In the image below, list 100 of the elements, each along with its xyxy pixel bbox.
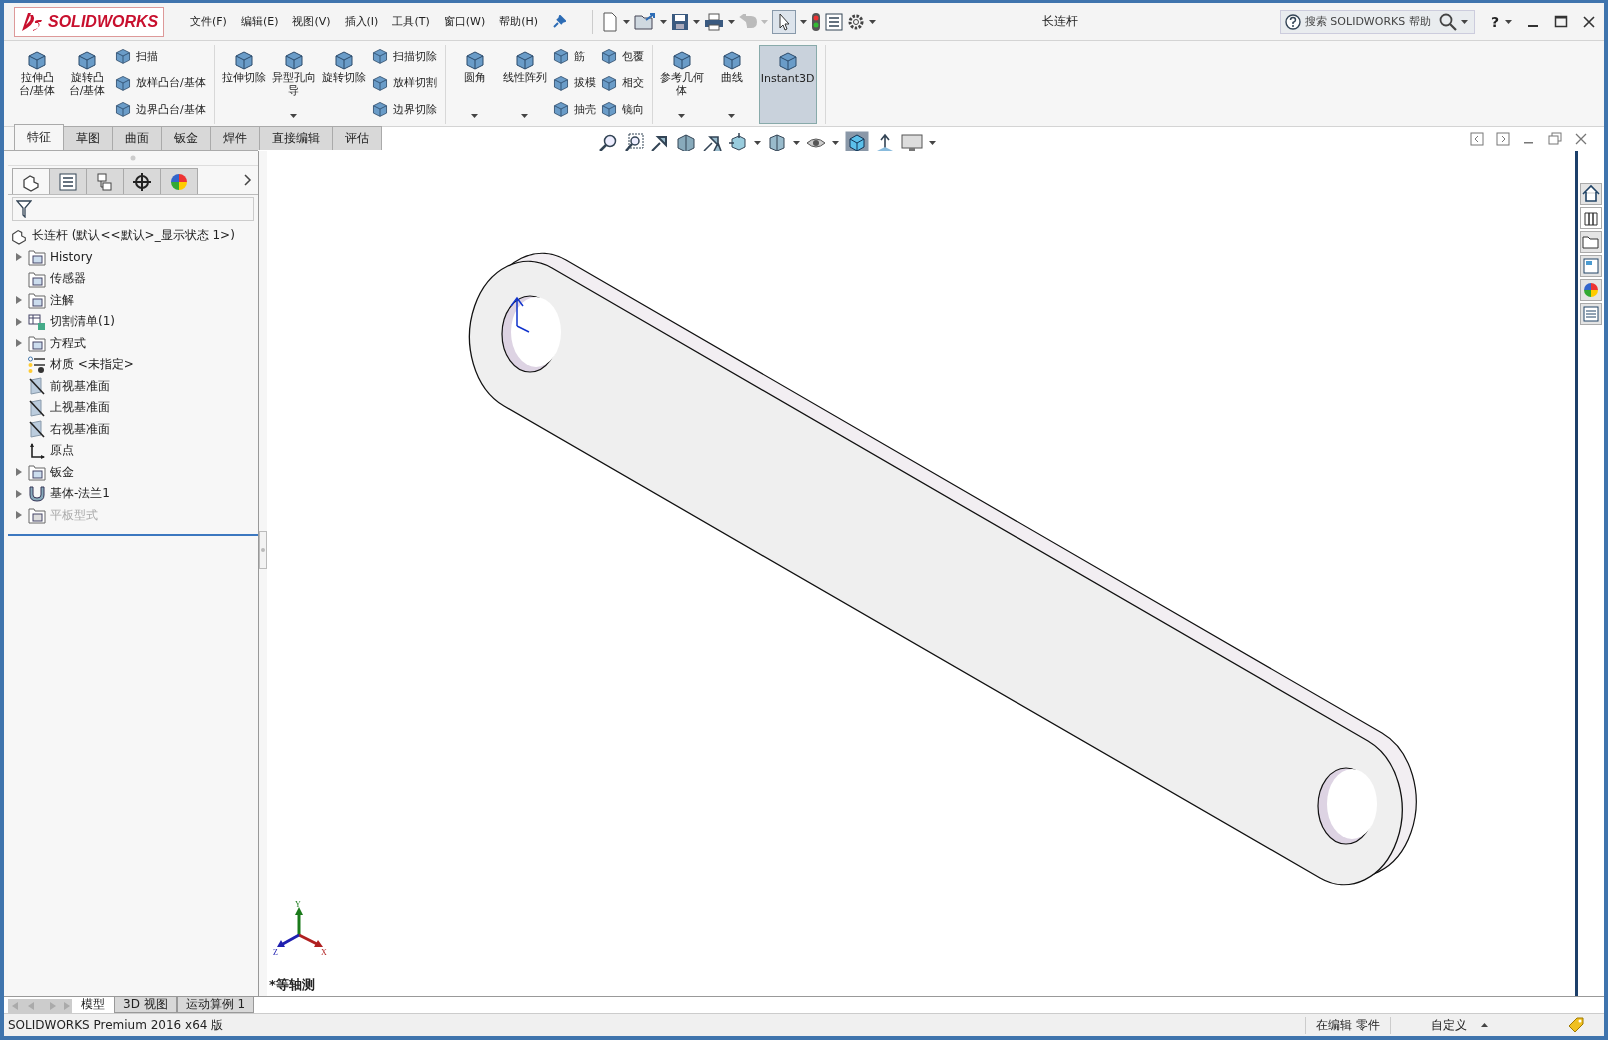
- menu-item[interactable]: 帮助(H): [499, 14, 539, 29]
- settings-icon[interactable]: [847, 12, 866, 31]
- filter-field[interactable]: [12, 197, 254, 221]
- search-bar[interactable]: 搜索 SOLIDWORKS 帮助: [1279, 9, 1475, 34]
- tree-item[interactable]: 上视基准面: [50, 399, 110, 417]
- caret-icon[interactable]: [521, 114, 529, 118]
- ribbon-button[interactable]: 放样切割: [370, 73, 437, 92]
- ribbon-button[interactable]: 异型孔向导: [270, 45, 317, 124]
- expand-arrow-icon[interactable]: [16, 339, 22, 348]
- save-icon[interactable]: [671, 12, 690, 31]
- menu-item[interactable]: 窗口(W): [443, 14, 486, 29]
- units-menu[interactable]: 自定义: [1431, 1016, 1467, 1034]
- ribbon-button[interactable]: 曲线: [708, 45, 755, 124]
- ribbon-button[interactable]: 边界切除: [370, 100, 437, 118]
- caret-icon[interactable]: [693, 19, 701, 24]
- ribbon-button[interactable]: 拉伸切除: [220, 45, 267, 124]
- tree-item[interactable]: 右视基准面: [50, 420, 110, 438]
- expand-arrow-icon[interactable]: [16, 489, 22, 498]
- panel-right-icon[interactable]: [1496, 132, 1510, 146]
- tree-item[interactable]: 长连杆 (默认<<默认>_显示状态 1>): [32, 227, 235, 245]
- ribbon-button[interactable]: 筋: [551, 47, 596, 65]
- open-folder-icon[interactable]: [634, 11, 657, 32]
- tree-item[interactable]: 材质 <未指定>: [50, 356, 134, 374]
- tree-item[interactable]: 传感器: [50, 270, 86, 288]
- tree-item[interactable]: 钣金: [50, 463, 74, 481]
- folder-icon[interactable]: [1580, 231, 1602, 253]
- ribbon-button[interactable]: 参考几何体: [658, 45, 705, 124]
- section-view-icon[interactable]: [676, 133, 696, 153]
- command-tab[interactable]: 直接编辑: [259, 126, 333, 150]
- search-field[interactable]: 搜索 SOLIDWORKS 帮助: [1304, 15, 1435, 28]
- solidworks-logo[interactable]: SOLIDWORKS: [14, 6, 164, 37]
- home-icon[interactable]: [1580, 183, 1602, 205]
- select-pointer-icon[interactable]: [772, 9, 797, 34]
- ribbon-button[interactable]: 扫描切除: [370, 47, 437, 65]
- tree-item[interactable]: 注解: [50, 291, 74, 309]
- expand-arrow-icon[interactable]: [16, 317, 22, 326]
- caret-icon[interactable]: [832, 141, 839, 145]
- tag-icon[interactable]: [1568, 1017, 1584, 1033]
- command-tab[interactable]: 评估: [332, 126, 382, 150]
- caret-up-icon[interactable]: [1481, 1023, 1488, 1027]
- panel-tab[interactable]: [123, 168, 161, 194]
- ribbon-button[interactable]: 拔模: [551, 73, 596, 92]
- menu-item[interactable]: 文件(F): [190, 14, 227, 29]
- axis-arrow-icon[interactable]: [875, 133, 895, 153]
- command-tab[interactable]: 特征: [14, 124, 64, 150]
- menu-item[interactable]: 工具(T): [392, 14, 430, 29]
- pin-icon[interactable]: [552, 14, 567, 29]
- caret-icon[interactable]: [754, 141, 761, 145]
- books-icon[interactable]: [1580, 207, 1602, 229]
- caret-icon[interactable]: [1460, 19, 1468, 24]
- tree-item[interactable]: 切割清单(1): [50, 313, 115, 331]
- previous-view-icon[interactable]: [650, 133, 670, 153]
- panel-left-icon[interactable]: [1470, 132, 1484, 146]
- ribbon-button[interactable]: 线性阵列: [501, 45, 548, 124]
- zoom-area-icon[interactable]: [624, 133, 644, 153]
- ribbon-button[interactable]: 拉伸凸台/基体: [14, 45, 60, 124]
- print-icon[interactable]: [704, 12, 725, 31]
- ribbon-button[interactable]: 扫描: [114, 47, 206, 65]
- tree-item[interactable]: 前视基准面: [50, 377, 110, 395]
- grip-dot-icon[interactable]: [130, 155, 136, 161]
- ribbon-button[interactable]: 圆角: [451, 45, 498, 124]
- list-icon[interactable]: [1580, 303, 1602, 325]
- ribbon-button[interactable]: 放样凸台/基体: [114, 73, 206, 92]
- search-icon[interactable]: [1438, 12, 1457, 31]
- caret-icon[interactable]: [623, 19, 631, 24]
- layout-icon[interactable]: [1580, 255, 1602, 277]
- model-tab[interactable]: 3D 视图: [114, 997, 177, 1013]
- menu-item[interactable]: 视图(V): [292, 14, 331, 29]
- expand-arrow-icon[interactable]: [16, 253, 22, 262]
- ribbon-button[interactable]: 相交: [599, 73, 644, 92]
- caret-icon[interactable]: [471, 114, 479, 118]
- command-tab[interactable]: 钣金: [161, 126, 211, 150]
- help-button[interactable]: ?: [1490, 13, 1499, 30]
- command-tab[interactable]: 草图: [63, 126, 113, 150]
- close-icon[interactable]: [1582, 14, 1596, 29]
- command-tab[interactable]: 焊件: [210, 126, 260, 150]
- maximize-icon[interactable]: [1554, 14, 1568, 29]
- command-tab[interactable]: 曲面: [112, 126, 162, 150]
- panel-tab[interactable]: [12, 168, 50, 194]
- menu-item[interactable]: 编辑(E): [240, 14, 279, 29]
- list-icon[interactable]: [825, 12, 844, 31]
- caret-icon[interactable]: [1505, 19, 1512, 24]
- ribbon-button[interactable]: 包覆: [599, 47, 644, 65]
- splitter-handle[interactable]: [259, 531, 267, 569]
- caret-icon[interactable]: [793, 141, 800, 145]
- expand-arrow-icon[interactable]: [16, 296, 22, 305]
- chevron-right-icon[interactable]: [244, 174, 252, 186]
- expand-arrow-icon[interactable]: [16, 468, 22, 477]
- monitor-icon[interactable]: [901, 133, 923, 153]
- restore-icon[interactable]: [1548, 132, 1562, 146]
- tree-item[interactable]: 方程式: [50, 334, 86, 352]
- ribbon-button[interactable]: 抽壳: [551, 100, 596, 118]
- caret-icon[interactable]: [929, 141, 936, 145]
- caret-icon[interactable]: [678, 114, 686, 118]
- caret-icon[interactable]: [728, 19, 736, 24]
- view-orientation-icon[interactable]: [728, 133, 748, 153]
- ribbon-button[interactable]: 边界凸台/基体: [114, 100, 206, 118]
- tree-item[interactable]: 基体-法兰1: [50, 485, 110, 503]
- model-tab[interactable]: 运动算例 1: [176, 997, 255, 1013]
- display-style-icon[interactable]: [767, 133, 787, 153]
